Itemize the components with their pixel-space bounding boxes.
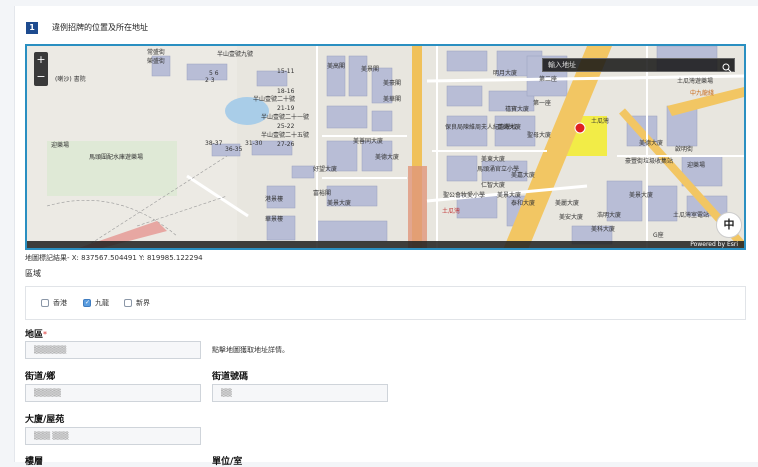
map-label: 25-22: [277, 123, 295, 130]
map-label: 浩明大廈: [597, 212, 622, 219]
region-label: 區域: [25, 269, 41, 278]
unit-label: 單位/室: [212, 457, 243, 467]
map-label: 半山壹號九號: [217, 51, 254, 58]
map-label: 仁智大廈: [481, 182, 506, 189]
region-checkbox-kowloon[interactable]: [83, 299, 91, 307]
district-hint: 點擊地圖獲取地址詳情。: [212, 346, 289, 354]
coordinates-readout: 地圖標記結果- X: 837567.504491 Y: 819985.12229…: [25, 254, 203, 262]
map-basemap[interactable]: [27, 46, 746, 250]
map-label: 聖公會牧愛小學: [443, 192, 486, 199]
map-label: 中九龍綫: [690, 90, 715, 97]
map-label: 第二座: [539, 76, 558, 83]
map-label: 土瓜灣遊樂場: [677, 78, 714, 85]
map-label: 36-35: [225, 146, 243, 153]
map-label: 土瓜灣: [442, 208, 461, 215]
map-label: (喇沙) 書院: [55, 76, 86, 83]
map-label: 半山壹號二十五號: [261, 132, 310, 139]
map-attribution-bar: Powered by Esri: [27, 241, 744, 248]
map-label: 富裕閣: [313, 190, 332, 197]
map-label: 半山壹號二十號: [253, 96, 296, 103]
map-label: 迎樂場: [687, 162, 706, 169]
building-field[interactable]: ▒▒▒ ▒▒▒: [25, 427, 201, 445]
map-label: 美華閣: [383, 96, 402, 103]
powered-by-label[interactable]: Powered by Esri: [690, 241, 738, 248]
map-label: 聖母大廈: [527, 132, 552, 139]
map-label: 第一座: [533, 100, 552, 107]
map-search-input[interactable]: [543, 59, 723, 71]
zoom-out-button[interactable]: −: [34, 69, 48, 86]
zoom-control: + −: [34, 52, 48, 86]
map-label: 18-16: [277, 88, 295, 95]
map-search-box: [542, 58, 735, 73]
map-label: 美豪閣: [383, 80, 402, 87]
region-options: [25, 286, 746, 320]
district-label: 地區*: [25, 330, 48, 340]
map-label: 美安大廈: [559, 214, 584, 221]
map-label: 榮盛街: [147, 58, 166, 65]
map-label: 禧寶大廈: [505, 106, 530, 113]
map-label: 38-37: [205, 140, 223, 147]
map-label: 美嘉大廈: [511, 172, 536, 179]
map-label: 美景大廈: [327, 200, 352, 207]
region-option-label: 新界: [136, 299, 150, 307]
map-label: 美科大廈: [591, 226, 616, 233]
map-label: 嘉樂大廈: [497, 124, 522, 131]
map-label: 華景樓: [265, 216, 284, 223]
map-label: 明月大廈: [493, 70, 518, 77]
region-checkbox-nt[interactable]: [124, 299, 132, 307]
map-label: 21-19: [277, 105, 295, 112]
region-option-label: 九龍: [95, 299, 109, 307]
map-label: 好望大廈: [313, 166, 338, 173]
map-label: 迎樂場: [51, 142, 70, 149]
map-label: 美景大廈: [497, 192, 522, 199]
map-label: 美東大廈: [481, 156, 506, 163]
search-icon: [722, 63, 732, 73]
map-label: 31-30: [245, 140, 263, 147]
park-area: [47, 141, 177, 196]
map-label: 土瓜灣: [591, 118, 610, 125]
map-label: 5 6: [209, 70, 219, 77]
map-label: G座: [653, 232, 664, 239]
region-option-label: 香港: [53, 299, 67, 307]
map-label: 美善同大廈: [353, 138, 384, 145]
map-label: 半山壹號二十一號: [261, 114, 310, 121]
map-label: 馬頭圍配水庫遊樂場: [89, 154, 144, 161]
map-label: 27-26: [277, 141, 295, 148]
street-field[interactable]: ▒▒▒▒▒: [25, 384, 201, 402]
map-label: 美景大廈: [629, 192, 654, 199]
map-label: 美景閣: [361, 66, 380, 73]
map-label: 港景樓: [265, 196, 284, 203]
map-marker-icon: [574, 122, 586, 134]
map-label: 馬頭涌官立小學: [477, 166, 520, 173]
street-label: 街道/鄉: [25, 372, 56, 382]
map-label: 美德大廈: [639, 140, 664, 147]
map-label: 2 3: [205, 77, 215, 84]
zoom-in-button[interactable]: +: [34, 52, 48, 69]
location-map[interactable]: 常盛街 榮盛街 (喇沙) 書院 半山壹號九號 5 6 2 3 15-11 18-…: [25, 44, 746, 250]
street-number-field[interactable]: ▒▒: [212, 384, 388, 402]
map-label: 土瓜灣室電站: [673, 212, 710, 219]
floor-label: 樓層: [25, 457, 44, 467]
map-label: 泰和大廈: [511, 200, 536, 207]
street-number-label: 街道號碼: [212, 372, 249, 382]
map-label: 豪豐街垃圾收集站: [625, 158, 674, 165]
section-title: 違例招牌的位置及所在地址: [52, 23, 148, 32]
map-label: 美麗大廈: [555, 200, 580, 207]
map-label: 美德大廈: [375, 154, 400, 161]
map-search-button[interactable]: [720, 59, 734, 73]
map-label: 常盛街: [147, 49, 166, 56]
required-mark: *: [43, 330, 48, 339]
building-label: 大廈/屋苑: [25, 415, 65, 425]
map-label: 15-11: [277, 68, 295, 75]
step-badge: 1: [26, 22, 38, 34]
map-label: 美高閣: [327, 63, 346, 70]
region-checkbox-hk[interactable]: [41, 299, 49, 307]
map-label: 啟明街: [675, 146, 694, 153]
district-field[interactable]: ▒▒▒▒▒▒: [25, 341, 201, 359]
language-toggle-button[interactable]: 中: [716, 212, 742, 238]
